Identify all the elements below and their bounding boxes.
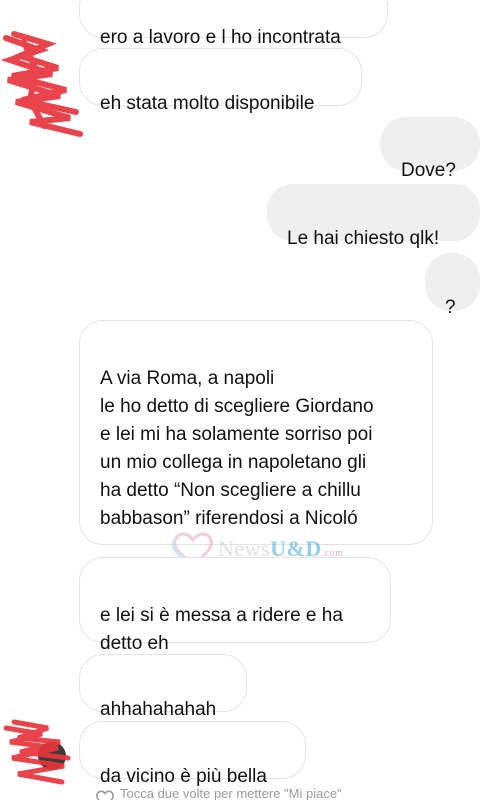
message-text: Dove? [401, 160, 456, 181]
chat-screen: ero a lavoro e l ho incontrata eh stata … [0, 0, 490, 800]
message-text: A via Roma, a napoli le ho detto di sceg… [100, 368, 374, 529]
message-bubble[interactable]: eh stata molto disponibile [79, 48, 362, 114]
message-text: e lei si è messa a ridere e ha detto eh [100, 605, 343, 654]
message-text: ahhahahahah [100, 699, 217, 720]
message-bubble-outgoing[interactable]: Dove? [380, 117, 480, 181]
redacted-avatar-scribble [3, 719, 71, 785]
message-text: ero a lavoro e l ho incontrata [100, 27, 341, 48]
message-bubble-outgoing[interactable]: Le hai chiesto qlk! [267, 184, 480, 249]
double-tap-like-hint: Tocca due volte per mettere "Mi piace" [94, 786, 342, 800]
redacted-avatar-scribble [0, 31, 83, 137]
message-bubble[interactable]: e lei si è messa a ridere e ha detto eh [79, 557, 391, 654]
message-text: da vicino è più bella [100, 766, 267, 787]
message-text: ? [445, 297, 456, 318]
message-text: Le hai chiesto qlk! [287, 228, 440, 249]
message-bubble[interactable]: ahhahahahah [79, 654, 247, 720]
message-bubble-outgoing[interactable]: ? [425, 253, 480, 318]
message-bubble[interactable]: da vicino è più bella [79, 721, 306, 787]
heart-outline-icon[interactable] [94, 788, 116, 800]
message-bubble[interactable]: ero a lavoro e l ho incontrata [79, 0, 388, 48]
message-bubble[interactable]: A via Roma, a napoli le ho detto di sceg… [79, 320, 433, 582]
message-text: eh stata molto disponibile [100, 93, 315, 114]
